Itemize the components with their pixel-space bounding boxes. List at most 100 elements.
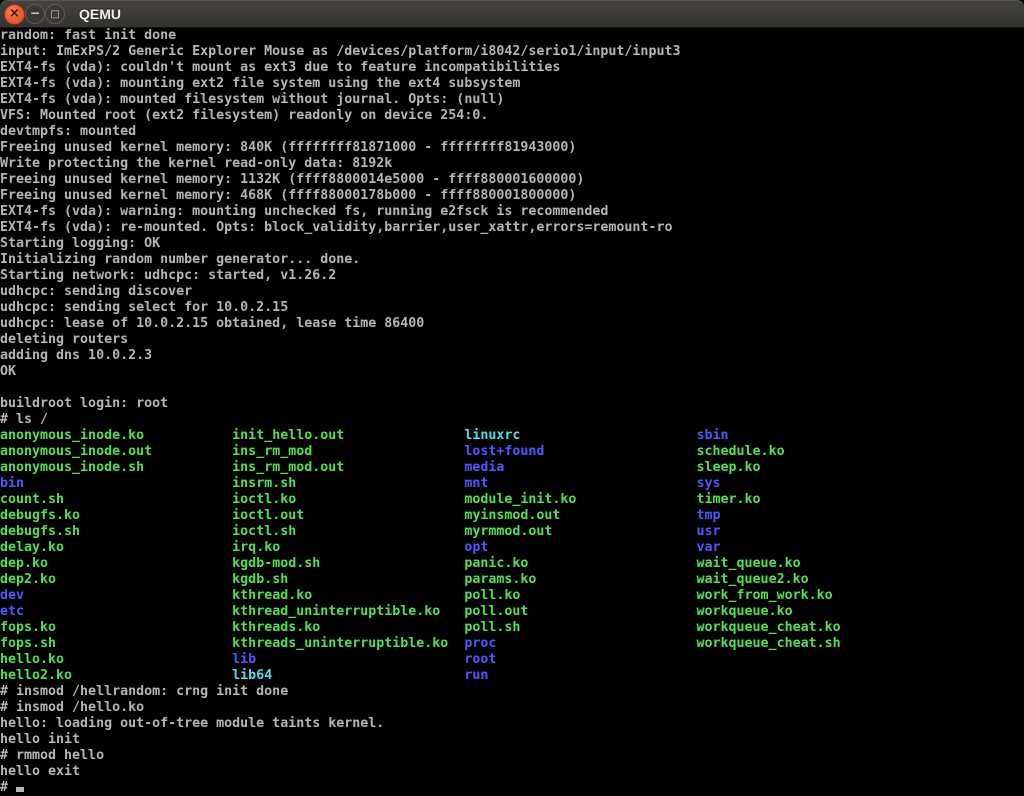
directory-name: sys	[697, 476, 721, 491]
file-name: sleep.ko	[697, 460, 761, 475]
maximize-button[interactable]: □	[45, 4, 65, 24]
file-name: poll.out	[464, 604, 696, 619]
file-name: ioctl.out	[232, 508, 464, 523]
console-line: fops.sh kthreads_uninterruptible.ko proc…	[0, 636, 1024, 652]
console-line: EXT4-fs (vda): warning: mounting uncheck…	[0, 204, 1024, 220]
file-name: panic.ko	[464, 556, 696, 571]
file-name: wait_queue2.ko	[697, 572, 809, 587]
file-name: kthreads.ko	[232, 620, 464, 635]
console-line: Freeing unused kernel memory: 468K (ffff…	[0, 188, 1024, 204]
console-text: EXT4-fs (vda): mounted filesystem withou…	[0, 92, 504, 107]
file-name: hello.ko	[0, 652, 232, 667]
file-name: ins_rm_mod	[232, 444, 464, 459]
directory-name: bin	[0, 476, 232, 491]
file-name: poll.sh	[464, 620, 696, 635]
console-line: Initializing random number generator... …	[0, 252, 1024, 268]
file-name: timer.ko	[697, 492, 761, 507]
console-text: Starting logging: OK	[0, 236, 160, 251]
console-line: # insmod /hellrandom: crng init done	[0, 684, 1024, 700]
console-line: Write protecting the kernel read-only da…	[0, 156, 1024, 172]
console-line	[0, 380, 1024, 396]
text-cursor	[16, 787, 24, 792]
console-text: EXT4-fs (vda): warning: mounting uncheck…	[0, 204, 608, 219]
directory-name: run	[464, 668, 488, 683]
console-text: Freeing unused kernel memory: 468K (ffff…	[0, 188, 576, 203]
console-text: Freeing unused kernel memory: 840K (ffff…	[0, 140, 576, 155]
directory-name: proc	[464, 636, 696, 651]
console-text: hello exit	[0, 764, 80, 779]
directory-name: dev	[0, 588, 232, 603]
file-name: workqueue_cheat.ko	[697, 620, 841, 635]
close-button[interactable]: ×	[4, 4, 25, 25]
console-line: anonymous_inode.sh ins_rm_mod.out media …	[0, 460, 1024, 476]
file-name: schedule.ko	[697, 444, 785, 459]
console-line: hello2.ko lib64 run	[0, 668, 1024, 684]
console-line: hello.ko lib root	[0, 652, 1024, 668]
console-text: random: fast init done	[0, 28, 176, 43]
console-text: Initializing random number generator... …	[0, 252, 360, 267]
directory-name: lib	[232, 652, 464, 667]
terminal[interactable]: random: fast init doneinput: ImExPS/2 Ge…	[0, 28, 1024, 796]
console-text: Starting network: udhcpc: started, v1.26…	[0, 268, 336, 283]
console-line: # rmmod hello	[0, 748, 1024, 764]
directory-name: var	[697, 540, 721, 555]
console-line: debugfs.ko ioctl.out myinsmod.out tmp	[0, 508, 1024, 524]
console-line: Starting logging: OK	[0, 236, 1024, 252]
console-line: bin insrm.sh mnt sys	[0, 476, 1024, 492]
console-line: adding dns 10.0.2.3	[0, 348, 1024, 364]
file-name: fops.ko	[0, 620, 232, 635]
file-name: myinsmod.out	[464, 508, 696, 523]
console-line: count.sh ioctl.ko module_init.ko timer.k…	[0, 492, 1024, 508]
file-name: anonymous_inode.ko	[0, 428, 232, 443]
file-name: params.ko	[464, 572, 696, 587]
directory-name: lost+found	[464, 444, 696, 459]
console-line: Freeing unused kernel memory: 840K (ffff…	[0, 140, 1024, 156]
file-name: module_init.ko	[464, 492, 696, 507]
directory-name: mnt	[464, 476, 696, 491]
window-titlebar[interactable]: × − □ QEMU	[0, 0, 1024, 28]
console-text: EXT4-fs (vda): couldn't mount as ext3 du…	[0, 60, 560, 75]
file-name: workqueue.ko	[697, 604, 793, 619]
console-line: # ls /	[0, 412, 1024, 428]
console-text: Freeing unused kernel memory: 1132K (fff…	[0, 172, 584, 187]
console-text: devtmpfs: mounted	[0, 124, 136, 139]
console-line: EXT4-fs (vda): re-mounted. Opts: block_v…	[0, 220, 1024, 236]
console-line: dev kthread.ko poll.ko work_from_work.ko	[0, 588, 1024, 604]
directory-name: etc	[0, 604, 232, 619]
console-line: delay.ko irq.ko opt var	[0, 540, 1024, 556]
console-text: adding dns 10.0.2.3	[0, 348, 152, 363]
console-line: debugfs.sh ioctl.sh myrmmod.out usr	[0, 524, 1024, 540]
maximize-icon: □	[50, 9, 59, 20]
console-text: udhcpc: sending select for 10.0.2.15	[0, 300, 288, 315]
console-line: Starting network: udhcpc: started, v1.26…	[0, 268, 1024, 284]
file-name: dep2.ko	[0, 572, 232, 587]
console-line: dep.ko kgdb-mod.sh panic.ko wait_queue.k…	[0, 556, 1024, 572]
directory-name: sbin	[697, 428, 729, 443]
console-line: hello: loading out-of-tree module taints…	[0, 716, 1024, 732]
console-line: input: ImExPS/2 Generic Explorer Mouse a…	[0, 44, 1024, 60]
file-name: poll.ko	[464, 588, 696, 603]
console-text: udhcpc: sending discover	[0, 284, 192, 299]
console-line: deleting routers	[0, 332, 1024, 348]
console-text: udhcpc: lease of 10.0.2.15 obtained, lea…	[0, 316, 424, 331]
console-text: hello: loading out-of-tree module taints…	[0, 716, 384, 731]
symlink-name: lib64	[232, 668, 464, 683]
console-line: anonymous_inode.out ins_rm_mod lost+foun…	[0, 444, 1024, 460]
directory-name: opt	[464, 540, 696, 555]
file-name: kthread.ko	[232, 588, 464, 603]
file-name: fops.sh	[0, 636, 232, 651]
console-line: EXT4-fs (vda): mounting ext2 file system…	[0, 76, 1024, 92]
console-text: Write protecting the kernel read-only da…	[0, 156, 392, 171]
console-line: random: fast init done	[0, 28, 1024, 44]
file-name: workqueue_cheat.sh	[697, 636, 841, 651]
minimize-button[interactable]: −	[25, 4, 45, 24]
file-name: anonymous_inode.out	[0, 444, 232, 459]
console-text: hello init	[0, 732, 80, 747]
console-text: VFS: Mounted root (ext2 filesystem) read…	[0, 108, 488, 123]
console-line: fops.ko kthreads.ko poll.sh workqueue_ch…	[0, 620, 1024, 636]
close-icon: ×	[9, 7, 20, 20]
console-line: EXT4-fs (vda): couldn't mount as ext3 du…	[0, 60, 1024, 76]
file-name: wait_queue.ko	[697, 556, 801, 571]
console-line: udhcpc: lease of 10.0.2.15 obtained, lea…	[0, 316, 1024, 332]
console-line: hello exit	[0, 764, 1024, 780]
